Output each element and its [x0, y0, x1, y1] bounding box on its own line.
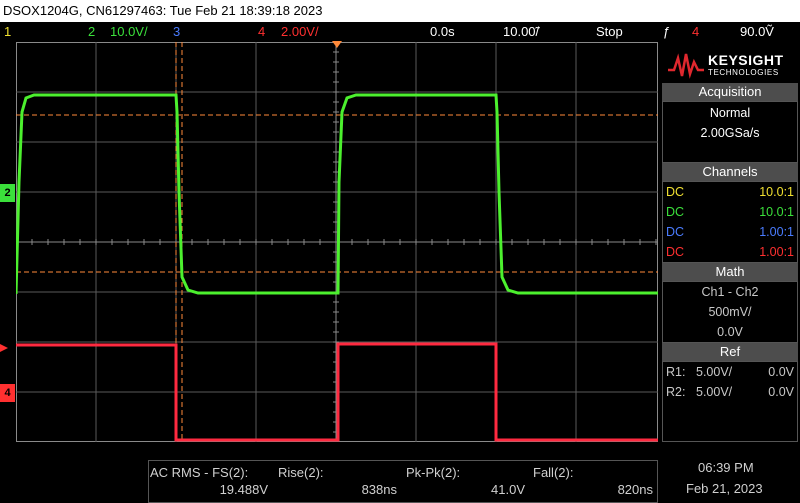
- ch1-indicator[interactable]: 1: [4, 22, 11, 41]
- window-title: DSOX1204G, CN61297463: Tue Feb 21 18:39:…: [0, 0, 800, 22]
- meas-acrms-label: AC RMS - FS(2):: [150, 465, 249, 480]
- ref-r1-name: R1:: [666, 365, 686, 379]
- ch4-indicator[interactable]: 4: [258, 22, 265, 41]
- ch4-ground-marker[interactable]: 4: [0, 384, 15, 402]
- meas-rise-value: 838ns: [361, 482, 397, 497]
- ch4-scale[interactable]: 2.00V/: [281, 22, 319, 41]
- meas-pkpk-label: Pk-Pk(2):: [406, 465, 461, 480]
- meas-pkpk-value: 41.0V: [491, 482, 525, 497]
- meas-acrms-value: 19.488V: [219, 482, 268, 497]
- waveform-display[interactable]: [14, 41, 658, 443]
- channels-heading[interactable]: Channels: [662, 163, 798, 181]
- ch2-coupling: DC: [666, 205, 685, 219]
- trigger-level[interactable]: 90.0Ṽ: [740, 22, 774, 41]
- measurements-panel[interactable]: AC RMS - FS(2): 19.488V Rise(2): 838ns P…: [148, 460, 658, 503]
- channels-section[interactable]: DC 10.0:1 DC 10.0:1 DC 1.00:1 DC 1.00:1: [662, 181, 798, 263]
- ref-r2-offset: 0.0V: [768, 385, 794, 399]
- ref-r1-scale: 5.00V/: [696, 365, 733, 379]
- ch4-marker-label: 4: [4, 387, 11, 399]
- trigger-position-marker[interactable]: [332, 41, 342, 48]
- time-scale[interactable]: 10.00̃/: [503, 22, 539, 41]
- ch3-indicator[interactable]: 3: [173, 22, 180, 41]
- keysight-wave-icon: [668, 53, 704, 79]
- ch2-ground-marker[interactable]: 2: [0, 184, 15, 202]
- measurement-bar: AC RMS - FS(2): 19.488V Rise(2): 838ns P…: [0, 445, 800, 503]
- trigger-source[interactable]: 4: [692, 22, 699, 41]
- ch2-indicator[interactable]: 2: [88, 22, 95, 41]
- run-state[interactable]: Stop: [596, 22, 623, 41]
- acquisition-mode: Normal: [709, 106, 751, 120]
- ch2-waveform: [14, 93, 658, 295]
- ch1-probe: 10.0:1: [759, 185, 794, 199]
- clock-date: Feb 21, 2023: [686, 481, 763, 496]
- meas-fall-value: 820ns: [617, 482, 653, 497]
- math-section[interactable]: Ch1 - Ch2 500mV/ 0.0V: [662, 281, 798, 343]
- ch2-probe: 10.0:1: [759, 205, 794, 219]
- ch3-coupling: DC: [666, 225, 685, 239]
- ch2-marker-label: 2: [4, 187, 11, 199]
- meas-fall-label: Fall(2):: [533, 465, 574, 480]
- ch1-coupling: DC: [666, 185, 685, 199]
- ch4-trigger-level-marker[interactable]: [0, 344, 8, 352]
- ch4-probe: 1.00:1: [759, 245, 794, 259]
- ref-heading[interactable]: Ref: [662, 343, 798, 361]
- time-offset[interactable]: 0.0s: [430, 22, 455, 41]
- ref-r2-name: R2:: [666, 385, 686, 399]
- ref-r2-scale: 5.00V/: [696, 385, 733, 399]
- acquisition-section[interactable]: Normal 2.00GSa/s: [662, 101, 798, 163]
- math-offset: 0.0V: [717, 325, 743, 339]
- ch4-coupling: DC: [666, 245, 685, 259]
- acquisition-rate: 2.00GSa/s: [700, 126, 760, 140]
- ch3-probe: 1.00:1: [759, 225, 794, 239]
- clock-time: 06:39 PM: [698, 460, 754, 475]
- math-heading[interactable]: Math: [662, 263, 798, 281]
- brand-subtitle: TECHNOLOGIES: [708, 68, 779, 77]
- status-bar: 1 2 10.0V/ 3 4 2.00V/ 0.0s 10.00̃/ Stop …: [0, 22, 800, 41]
- trigger-edge-icon: ƒ: [663, 24, 671, 39]
- acquisition-heading[interactable]: Acquisition: [662, 83, 798, 101]
- ref-section[interactable]: R1: 5.00V/ 0.0V R2: 5.00V/ 0.0V: [662, 361, 798, 442]
- side-panel: KEYSIGHT TECHNOLOGIES Acquisition Normal…: [660, 42, 800, 442]
- waveform-graticule: [14, 41, 658, 443]
- brand-name: KEYSIGHT: [708, 52, 784, 68]
- keysight-logo: KEYSIGHT TECHNOLOGIES: [660, 46, 800, 84]
- math-scale: 500mV/: [708, 305, 752, 319]
- math-function: Ch1 - Ch2: [701, 285, 759, 299]
- ch2-scale[interactable]: 10.0V/: [110, 22, 148, 41]
- ref-r1-offset: 0.0V: [768, 365, 794, 379]
- meas-rise-label: Rise(2):: [278, 465, 324, 480]
